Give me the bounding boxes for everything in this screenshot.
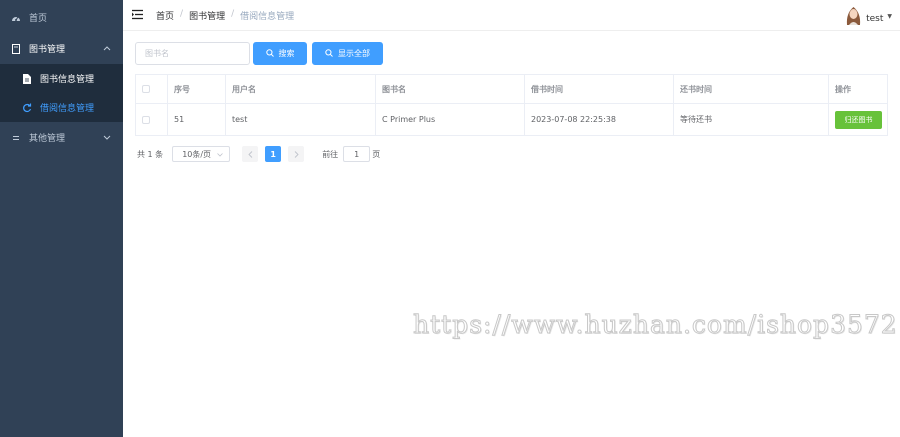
show-all-button[interactable]: 显示全部 xyxy=(312,42,383,65)
hamburger-icon[interactable] xyxy=(132,9,143,20)
chevron-up-icon xyxy=(103,44,111,54)
select-all-checkbox[interactable] xyxy=(142,85,150,93)
watermark-text: https://www.huzhan.com/ishop3572 xyxy=(413,310,898,340)
file-text-icon xyxy=(22,73,32,84)
borrow-records-table: 序号 用户名 图书名 借书时间 还书时间 操作 51 test C Primer… xyxy=(135,74,888,136)
column-header: 操作 xyxy=(828,74,888,104)
search-icon xyxy=(325,48,333,59)
page-number-current[interactable]: 1 xyxy=(265,146,282,162)
cell-action: 归还图书 xyxy=(828,103,888,136)
sidebar-item-label: 首页 xyxy=(29,14,48,24)
page-size-value: 10条/页 xyxy=(182,149,212,159)
chevron-left-icon xyxy=(248,150,253,158)
search-button[interactable]: 搜索 xyxy=(253,42,307,65)
pagination: 共 1 条 10条/页 1 前往 页 xyxy=(137,146,380,162)
top-navbar: 首页 / 图书管理 / 借阅信息管理 test ▼ xyxy=(123,0,900,31)
pagination-total: 共 1 条 xyxy=(137,149,164,159)
column-header: 借书时间 xyxy=(524,74,674,104)
chevron-down-icon xyxy=(217,150,223,159)
sidebar-item-home[interactable]: 首页 xyxy=(0,2,123,33)
cell-username: test xyxy=(225,103,376,136)
sidebar-item-book-info[interactable]: 图书信息管理 xyxy=(0,64,123,93)
select-all-header xyxy=(135,74,168,104)
sidebar-item-other-management[interactable]: 其他管理 xyxy=(0,122,123,153)
username: test xyxy=(866,14,884,24)
sidebar-item-label: 借阅信息管理 xyxy=(40,104,95,114)
column-header: 还书时间 xyxy=(673,74,829,104)
breadcrumb-separator: / xyxy=(180,9,184,19)
dashboard-icon xyxy=(11,13,21,23)
breadcrumb: 首页 / 图书管理 / 借阅信息管理 xyxy=(156,9,294,22)
table-header-row: 序号 用户名 图书名 借书时间 还书时间 操作 xyxy=(135,74,888,104)
cell-id: 51 xyxy=(167,103,226,136)
sidebar-item-label: 图书信息管理 xyxy=(40,75,95,85)
sidebar: 首页 图书管理 图书信息管理 借阅信息管理 其他管理 xyxy=(0,0,123,437)
cell-return-status: 等待还书 xyxy=(673,103,829,136)
page-size-select[interactable]: 10条/页 xyxy=(172,146,231,162)
column-header: 序号 xyxy=(167,74,226,104)
document-icon xyxy=(11,43,21,54)
search-icon xyxy=(265,48,274,59)
caret-down-icon: ▼ xyxy=(887,12,892,20)
goto-suffix: 页 xyxy=(372,149,381,159)
row-select-cell xyxy=(135,103,168,136)
return-book-button[interactable]: 归还图书 xyxy=(835,110,882,129)
breadcrumb-separator: / xyxy=(231,9,235,19)
sidebar-item-label: 图书管理 xyxy=(29,45,66,55)
cell-borrow-time: 2023-07-08 22:25:38 xyxy=(524,103,674,136)
chevron-right-icon xyxy=(294,150,299,158)
cell-book-name: C Primer Plus xyxy=(375,103,525,136)
table-row: 51 test C Primer Plus 2023-07-08 22:25:3… xyxy=(135,103,888,136)
breadcrumb-book-management[interactable]: 图书管理 xyxy=(189,9,225,22)
search-button-label: 搜索 xyxy=(278,49,295,58)
sidebar-item-book-management[interactable]: 图书管理 xyxy=(0,33,123,64)
book-name-search-input[interactable] xyxy=(135,42,250,65)
chevron-down-icon xyxy=(103,133,111,143)
prev-page-button[interactable] xyxy=(242,146,259,162)
next-page-button[interactable] xyxy=(288,146,305,162)
column-header: 用户名 xyxy=(225,74,376,104)
goto-page-input[interactable] xyxy=(343,146,371,162)
show-all-button-label: 显示全部 xyxy=(338,49,370,58)
column-header: 图书名 xyxy=(375,74,525,104)
refresh-icon xyxy=(22,103,32,113)
avatar xyxy=(845,5,862,25)
submenu-book-management: 图书信息管理 借阅信息管理 xyxy=(0,64,123,122)
breadcrumb-home[interactable]: 首页 xyxy=(156,9,174,22)
user-dropdown[interactable]: test ▼ xyxy=(845,5,892,25)
goto-label: 前往 xyxy=(322,149,339,159)
breadcrumb-current: 借阅信息管理 xyxy=(240,12,295,22)
sidebar-item-label: 其他管理 xyxy=(29,134,66,144)
row-checkbox[interactable] xyxy=(142,115,150,124)
sidebar-item-borrow-info[interactable]: 借阅信息管理 xyxy=(0,93,123,122)
menu-lines-icon xyxy=(11,133,21,143)
